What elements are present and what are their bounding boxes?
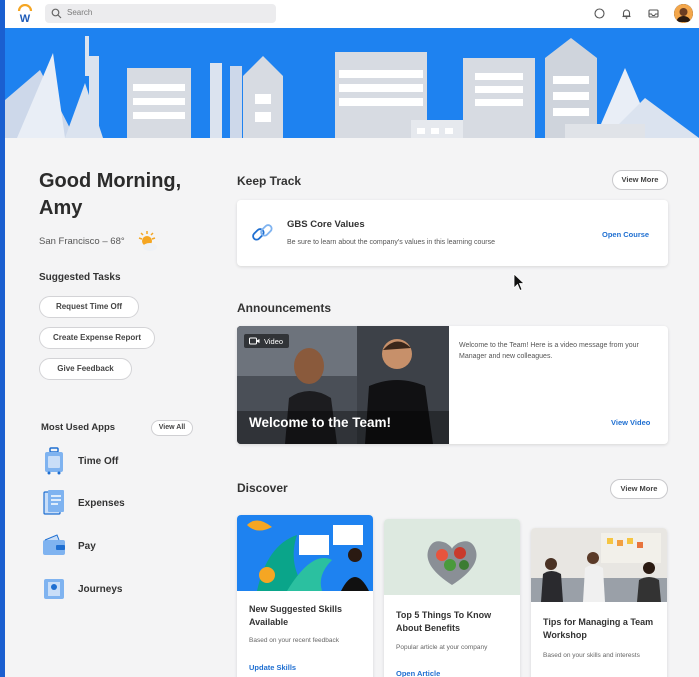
- svg-text:W: W: [20, 13, 31, 24]
- course-title: GBS Core Values: [287, 219, 365, 230]
- greeting-title: Good Morning, Amy: [39, 170, 182, 219]
- video-badge: Video: [244, 334, 290, 348]
- search-placeholder: Search: [67, 8, 93, 17]
- discover-card-title: Tips for Managing a Team Workshop: [543, 617, 654, 640]
- app-expenses[interactable]: Expenses: [41, 489, 201, 519]
- search-icon: [51, 8, 62, 19]
- open-course-link[interactable]: Open Course: [602, 230, 649, 239]
- open-article-link[interactable]: Open Article: [396, 669, 440, 677]
- discover-view-more-button[interactable]: View More: [610, 479, 668, 499]
- video-camera-icon: [249, 337, 260, 345]
- update-skills-link[interactable]: Update Skills: [249, 663, 296, 672]
- city-banner: [5, 28, 699, 138]
- journey-book-icon: [44, 579, 64, 599]
- create-expense-report-button[interactable]: Create Expense Report: [39, 327, 155, 349]
- most-used-apps-title: Most Used Apps: [41, 422, 116, 433]
- benefits-illustration: [384, 519, 520, 595]
- weather-sun-cloud-icon: [138, 231, 157, 251]
- app-label: Time Off: [78, 456, 119, 467]
- announcement-description: Welcome to the Team! Here is a video mes…: [459, 342, 639, 360]
- video-overlay-title: Welcome to the Team!: [249, 415, 392, 430]
- discover-card-description: Based on your recent feedback: [249, 637, 339, 644]
- weather-text: San Francisco – 68°: [39, 236, 125, 247]
- discover-title: Discover: [237, 481, 288, 495]
- chat-icon[interactable]: [593, 7, 606, 20]
- video-thumbnail[interactable]: Video Welcome to the Team!: [237, 326, 449, 444]
- discover-card-description: Based on your skills and interests: [543, 652, 640, 659]
- give-feedback-button[interactable]: Give Feedback: [39, 358, 132, 380]
- mouse-cursor: [513, 273, 525, 292]
- discover-card-description: Popular article at your company: [396, 644, 488, 651]
- luggage-icon: [45, 447, 63, 475]
- keep-track-title: Keep Track: [237, 174, 302, 188]
- workshop-photo: [531, 528, 667, 602]
- bell-icon[interactable]: [620, 7, 633, 20]
- skills-illustration: [237, 515, 373, 591]
- inbox-icon[interactable]: [647, 7, 660, 20]
- user-avatar[interactable]: [674, 4, 693, 23]
- search-input[interactable]: Search: [45, 4, 276, 23]
- video-badge-label: Video: [264, 336, 284, 346]
- workday-logo[interactable]: W: [16, 4, 34, 24]
- app-label: Expenses: [78, 498, 125, 509]
- view-all-apps-button[interactable]: View All: [151, 420, 193, 436]
- discover-card-title: New Suggested Skills Available: [249, 604, 343, 627]
- app-time-off[interactable]: Time Off: [41, 447, 201, 477]
- course-description: Be sure to learn about the company's val…: [287, 239, 495, 246]
- suggested-tasks-title: Suggested Tasks: [39, 272, 121, 283]
- discover-card-title: Top 5 Things To Know About Benefits: [396, 610, 492, 633]
- discover-card-benefits[interactable]: Top 5 Things To Know About Benefits Popu…: [384, 519, 520, 677]
- top-bar: W Search: [5, 0, 699, 28]
- request-time-off-button[interactable]: Request Time Off: [39, 296, 139, 318]
- wallet-icon: [43, 534, 65, 555]
- course-card[interactable]: GBS Core Values Be sure to learn about t…: [237, 200, 668, 266]
- receipt-icon: [43, 490, 64, 515]
- app-label: Pay: [78, 541, 96, 552]
- announcements-title: Announcements: [237, 301, 332, 315]
- keep-track-view-more-button[interactable]: View More: [612, 170, 668, 190]
- view-video-link[interactable]: View Video: [611, 418, 650, 427]
- link-chain-icon: [252, 224, 273, 241]
- app-window: W Search Good Morning, Amy San Francisco…: [5, 0, 699, 677]
- discover-card-skills[interactable]: New Suggested Skills Available Based on …: [237, 515, 373, 677]
- app-pay[interactable]: Pay: [41, 532, 201, 562]
- app-label: Journeys: [78, 584, 123, 595]
- announcement-card[interactable]: Video Welcome to the Team! Welcome to th…: [237, 326, 668, 444]
- discover-card-workshop[interactable]: Tips for Managing a Team Workshop Based …: [531, 528, 667, 677]
- app-journeys[interactable]: Journeys: [41, 575, 201, 605]
